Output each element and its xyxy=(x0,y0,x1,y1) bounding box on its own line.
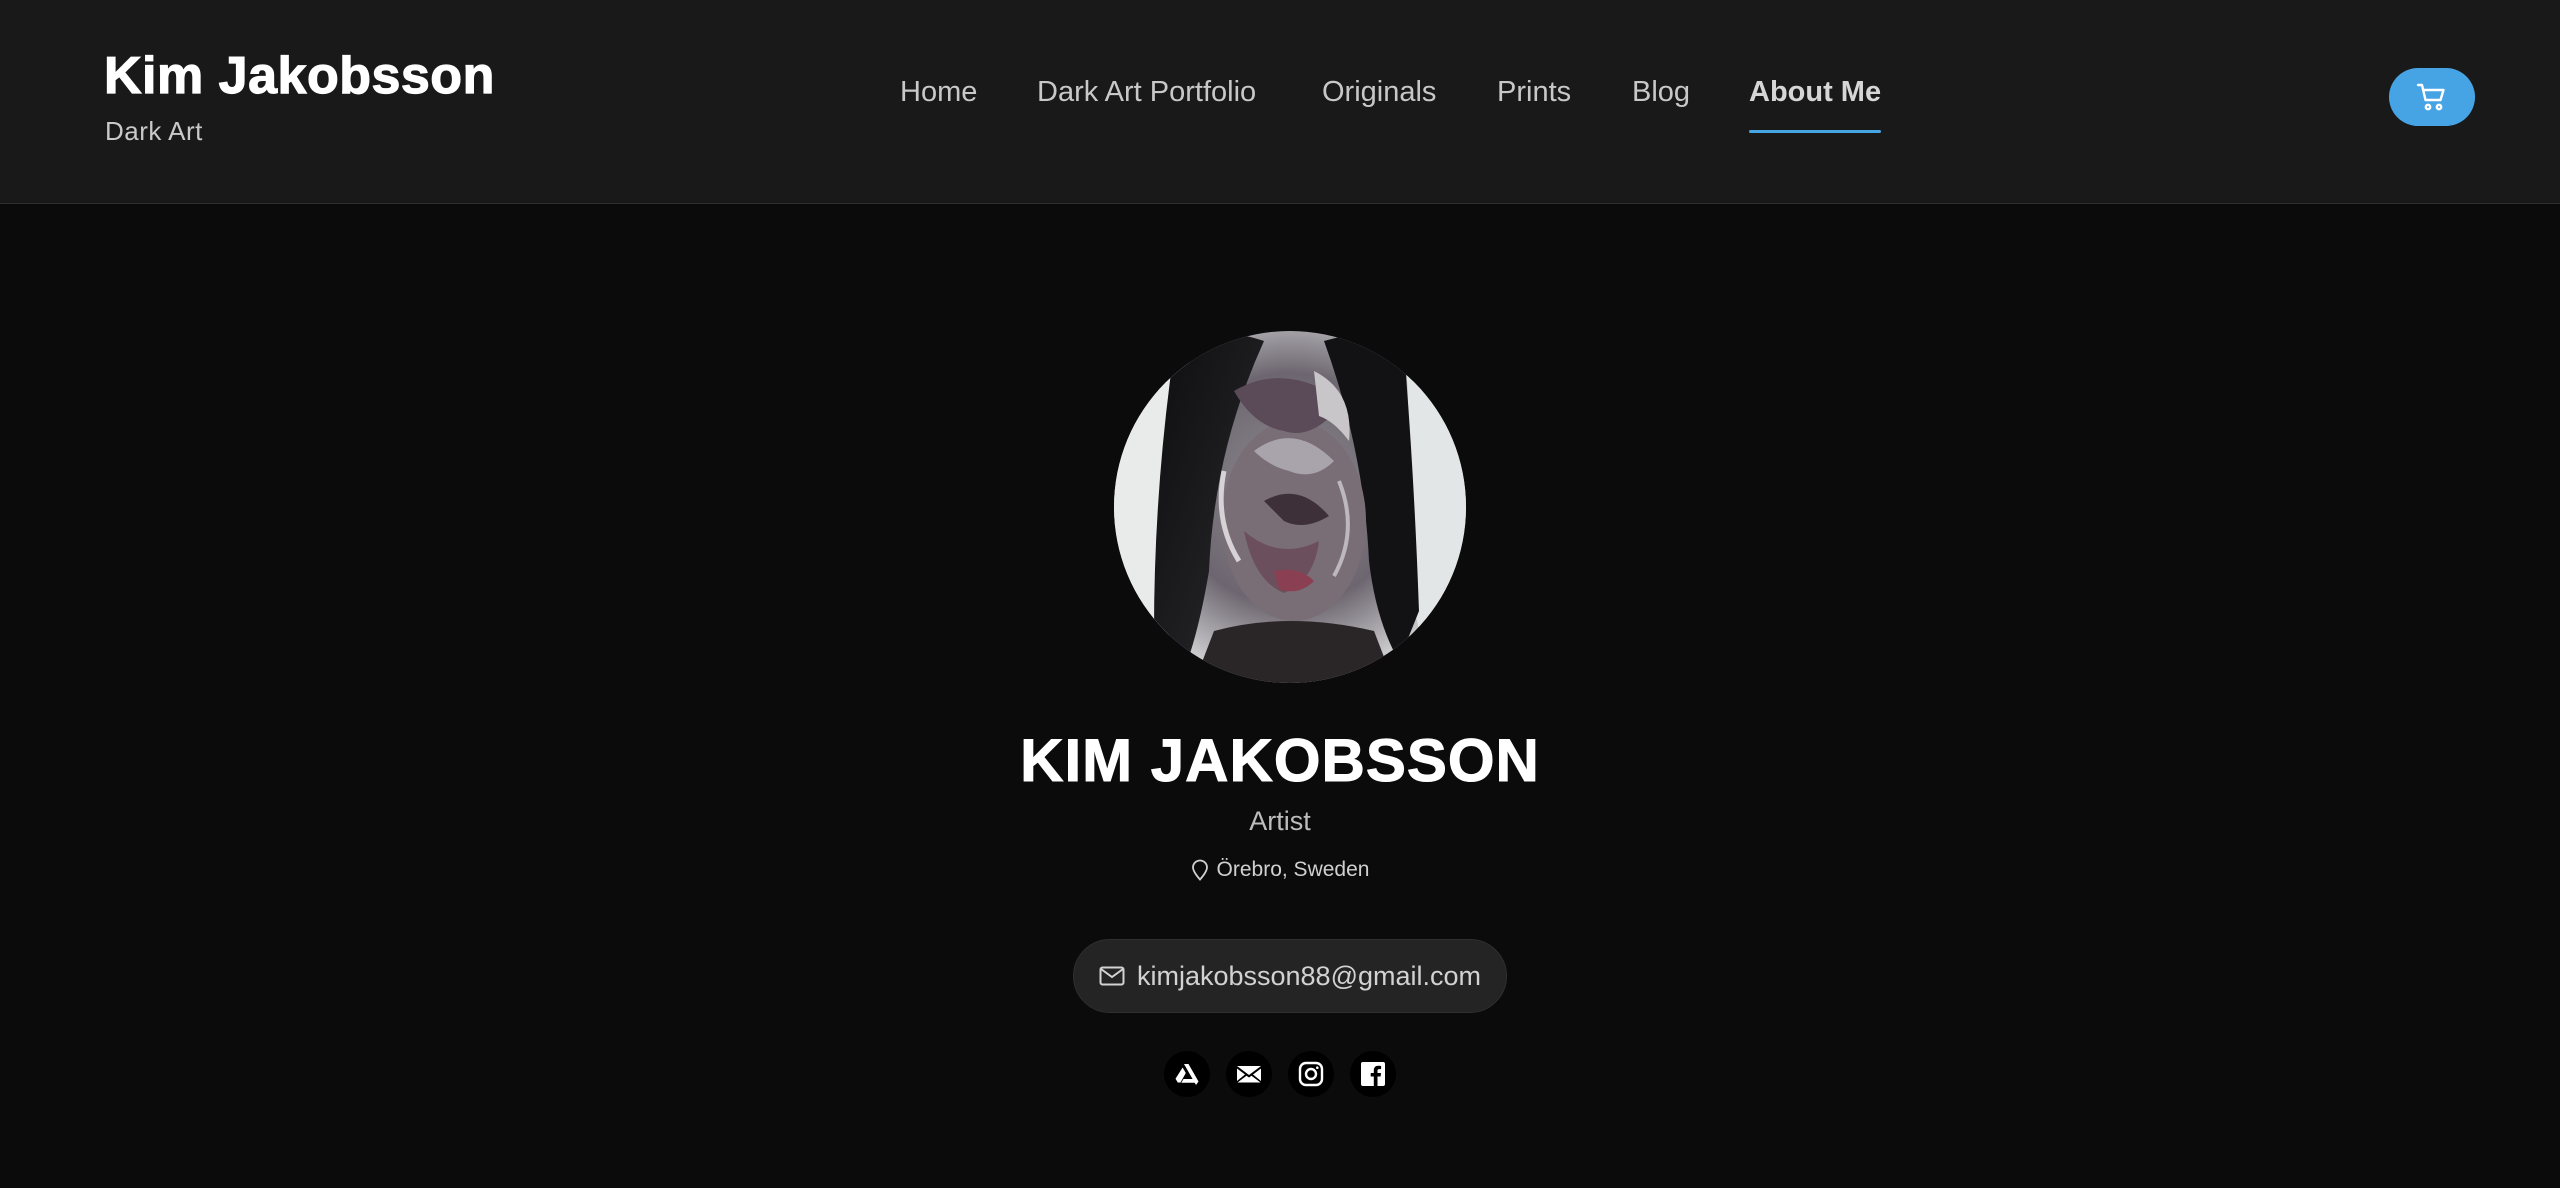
social-links xyxy=(0,1051,2560,1097)
artstation-icon xyxy=(1175,1064,1199,1085)
cart-button[interactable] xyxy=(2389,68,2475,126)
site-header: Kim Jakobsson Dark Art Home Dark Art Por… xyxy=(0,0,2560,204)
nav-item-originals[interactable]: Originals xyxy=(1322,76,1436,109)
map-pin-icon xyxy=(1191,859,1208,881)
avatar xyxy=(1114,331,1466,683)
location-text: Örebro, Sweden xyxy=(1216,858,1370,881)
nav-item-about-me[interactable]: About Me xyxy=(1749,76,1882,133)
cart-icon xyxy=(2416,83,2445,111)
profile-role: Artist xyxy=(1249,806,1311,836)
nav-item-prints[interactable]: Prints xyxy=(1497,76,1571,109)
envelope-icon xyxy=(1099,966,1125,986)
nav-item-blog[interactable]: Blog xyxy=(1632,76,1690,109)
facebook-icon xyxy=(1361,1062,1385,1086)
instagram-icon xyxy=(1298,1061,1324,1087)
facebook-link[interactable] xyxy=(1350,1051,1396,1097)
email-button[interactable]: kimjakobsson88@gmail.com xyxy=(1073,939,1507,1013)
main-nav: Home Dark Art Portfolio Originals Prints… xyxy=(0,76,2560,136)
nav-item-about-me-label: About Me xyxy=(1749,76,1882,108)
profile-name: KIM JAKOBSSON xyxy=(1020,727,1540,795)
email-link[interactable] xyxy=(1226,1051,1272,1097)
instagram-link[interactable] xyxy=(1288,1051,1334,1097)
location: Örebro, Sweden xyxy=(0,858,2560,882)
nav-item-home[interactable]: Home xyxy=(900,76,977,109)
mail-icon xyxy=(1237,1066,1261,1083)
nav-item-dark-art-portfolio[interactable]: Dark Art Portfolio xyxy=(1037,76,1256,109)
active-nav-indicator xyxy=(1749,130,1882,133)
artstation-link[interactable] xyxy=(1164,1051,1210,1097)
email-text: kimjakobsson88@gmail.com xyxy=(1136,960,1482,991)
